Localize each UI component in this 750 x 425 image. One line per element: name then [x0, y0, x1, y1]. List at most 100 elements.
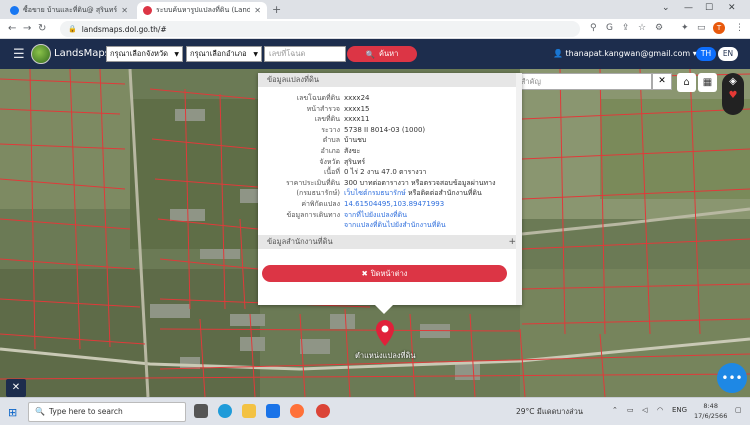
clear-place-search-icon[interactable]: ✕: [652, 73, 672, 90]
system-clock[interactable]: 8:48 17/6/2566: [694, 401, 727, 421]
detail-row: ค่าพิกัดแปลง 14.61504495,103.89471993: [258, 199, 522, 210]
lock-icon: 🔒: [68, 25, 77, 33]
network-icon[interactable]: ▭: [627, 406, 634, 414]
province-select-label: กรุณาเลือกจังหวัด: [110, 49, 169, 58]
weather-widget[interactable]: 29°C มีแดดบางส่วน: [516, 406, 583, 418]
detail-value: เว็บไซต์กรมธนารักษ์ หรือติดต่อสำนักงานที…: [344, 188, 522, 199]
language-en-button[interactable]: EN: [718, 47, 738, 61]
favorite-heart-icon[interactable]: ♥: [722, 90, 744, 101]
detail-label: ราคาประเมินที่ดิน: [285, 178, 340, 187]
detail-label: [258, 220, 344, 231]
detail-value: บ้านชบ: [344, 136, 367, 145]
firefox-icon[interactable]: [290, 404, 304, 418]
detail-value-suffix: หรือติดต่อสำนักงานที่ดิน: [405, 189, 482, 198]
user-email: thanapat.kangwan@gmail.com: [565, 49, 691, 58]
windows-start-icon[interactable]: ⊞: [8, 406, 17, 419]
detail-row: จากแปลงที่ดินไปยังสำนักงานที่ดิน: [258, 220, 522, 231]
back-icon[interactable]: ←: [8, 23, 16, 34]
more-options-fab[interactable]: •••: [717, 363, 747, 393]
chrome-icon[interactable]: [316, 404, 330, 418]
close-window-icon[interactable]: ✕: [728, 3, 736, 13]
site-header: ☰ LandsMaps กรุณาเลือกจังหวัด ▼ กรุณาเลื…: [0, 39, 750, 69]
tab-search-icon[interactable]: ⌄: [662, 3, 670, 13]
tab-title: ระบบค้นหารูปแปลงที่ดิน (LandsMaps): [156, 6, 251, 14]
notifications-icon[interactable]: ▢: [735, 406, 742, 414]
mail-icon[interactable]: [266, 404, 280, 418]
file-explorer-icon[interactable]: [242, 404, 256, 418]
detail-value: สุรินทร์: [344, 157, 366, 166]
close-button-label: ปิดหน้าต่าง: [370, 268, 408, 278]
forward-icon[interactable]: →: [23, 23, 31, 34]
section-header-land-office[interactable]: ข้อมูลสำนักงานที่ดิน +: [258, 234, 522, 249]
search-button[interactable]: 🔍 ค้นหา: [347, 46, 417, 62]
home-icon[interactable]: ⌂: [677, 73, 696, 92]
search-button-label: ค้นหา: [379, 49, 399, 58]
volume-icon[interactable]: ◁: [642, 406, 647, 414]
tools-icon[interactable]: ✕: [6, 379, 26, 397]
tray-chevron-icon[interactable]: ⌃: [612, 406, 618, 414]
layers-icon[interactable]: ◈: [722, 76, 744, 87]
extensions-puzzle-icon[interactable]: ✦: [681, 23, 689, 33]
detail-row: ราคาประเมินที่ดิน 300 บาทต่อตารางวา หรือต…: [258, 178, 522, 189]
minimize-icon[interactable]: —: [684, 3, 693, 13]
landsmaps-logo: [31, 44, 51, 64]
map-pin-icon: [143, 6, 152, 15]
detail-label: หน้าสำรวจ: [306, 104, 340, 113]
grid-icon[interactable]: ▦: [698, 73, 717, 92]
brand-name: LandsMaps: [54, 48, 110, 59]
district-select-label: กรุณาเลือกอำเภอ: [190, 49, 247, 58]
close-tab-icon[interactable]: ✕: [121, 6, 128, 15]
browser-tab-facebook[interactable]: ซื้อขาย บ้านและที่ดิน@ สุรินทร์ | Fa ✕: [4, 2, 134, 19]
expand-plus-icon[interactable]: +: [508, 235, 516, 249]
province-select[interactable]: กรุณาเลือกจังหวัด ▼: [106, 46, 183, 62]
url-field[interactable]: 🔒 landsmaps.dol.go.th/#: [60, 21, 580, 37]
reload-icon[interactable]: ↻: [38, 23, 46, 34]
popup-scrollbar[interactable]: [516, 73, 522, 305]
directions-to-office-link[interactable]: จากแปลงที่ดินไปยังสำนักงานที่ดิน: [344, 220, 522, 231]
maximize-icon[interactable]: ☐: [705, 3, 713, 13]
chevron-down-icon: ▼: [174, 50, 179, 58]
close-tab-icon[interactable]: ✕: [254, 6, 261, 15]
profile-avatar[interactable]: T: [713, 22, 725, 34]
detail-label: เลขที่ดิน: [314, 115, 340, 124]
wifi-icon[interactable]: ◠: [657, 406, 663, 414]
menu-dots-icon[interactable]: ⋮: [735, 23, 744, 33]
extension-icon[interactable]: ⚙: [655, 23, 663, 33]
detail-row: ตำบล บ้านชบ: [258, 135, 522, 146]
parcel-info-popup: ข้อมูลแปลงที่ดิน เลขโฉนดที่ดิน xxxx24 หน้…: [258, 73, 522, 305]
location-icon[interactable]: ⚲: [590, 23, 597, 33]
edge-icon[interactable]: [218, 404, 232, 418]
browser-tab-strip: ซื้อขาย บ้านและที่ดิน@ สุรินทร์ | Fa ✕ ร…: [0, 0, 750, 19]
section-title: ข้อมูลสำนักงานที่ดิน: [267, 236, 333, 246]
task-view-icon[interactable]: [194, 404, 208, 418]
directions-to-parcel-link[interactable]: จากที่ไปยังแปลงที่ดิน: [344, 210, 522, 221]
detail-row: อำเภอ สังขะ: [258, 146, 522, 157]
map-layers-panel[interactable]: ◈ ♥: [722, 73, 744, 115]
treasury-website-link[interactable]: เว็บไซต์กรมธนารักษ์: [344, 189, 406, 197]
taskbar-search-input[interactable]: 🔍 Type here to search: [28, 402, 186, 422]
google-icon[interactable]: G: [606, 23, 613, 33]
detail-label: ระวาง: [321, 125, 340, 134]
url-text: landsmaps.dol.go.th/#: [81, 24, 167, 34]
user-icon: 👤: [553, 49, 563, 58]
district-select[interactable]: กรุณาเลือกอำเภอ ▼: [186, 46, 262, 62]
language-th-button[interactable]: TH: [696, 47, 716, 61]
new-tab-button[interactable]: +: [272, 3, 281, 16]
detail-row: เลขโฉนดที่ดิน xxxx24: [258, 93, 522, 104]
section-title: ข้อมูลแปลงที่ดิน: [267, 75, 319, 84]
browser-tab-landsmaps[interactable]: ระบบค้นหารูปแปลงที่ดิน (LandsMaps) ✕: [137, 2, 267, 19]
detail-label: ตำบล: [322, 136, 340, 145]
parcel-number-input[interactable]: เลขที่โฉนด: [264, 46, 346, 62]
close-window-button[interactable]: ✖ ปิดหน้าต่าง: [262, 265, 507, 282]
bookmark-star-icon[interactable]: ☆: [638, 23, 646, 33]
map-pin-icon[interactable]: [376, 320, 394, 346]
sidepanel-icon[interactable]: ▭: [697, 23, 706, 33]
coordinates-link[interactable]: 14.61504495,103.89471993: [344, 199, 522, 210]
hamburger-menu-icon[interactable]: ☰: [13, 47, 25, 62]
input-language[interactable]: ENG: [672, 406, 687, 414]
detail-label: อำเภอ: [320, 146, 340, 155]
share-icon[interactable]: ⇪: [622, 23, 630, 33]
section-header-parcel[interactable]: ข้อมูลแปลงที่ดิน: [258, 73, 522, 87]
user-menu[interactable]: 👤 thanapat.kangwan@gmail.com ▾: [553, 49, 697, 58]
detail-value: 0 ไร่ 2 งาน 47.0 ตารางวา: [344, 168, 427, 177]
